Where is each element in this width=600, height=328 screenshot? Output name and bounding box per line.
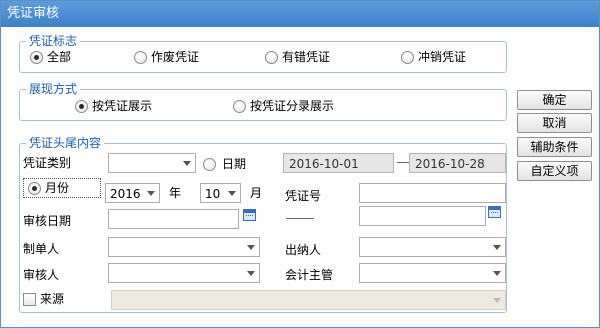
chevron-down-icon bbox=[183, 161, 191, 166]
date-label[interactable]: 日期 bbox=[222, 156, 246, 172]
radio-void-label[interactable]: 作废凭证 bbox=[151, 49, 199, 65]
voucher-type-label: 凭证类别 bbox=[23, 156, 72, 170]
audit-date-from-input[interactable] bbox=[108, 209, 239, 229]
month-radio-focus[interactable]: 月份 bbox=[23, 178, 101, 198]
aux-conditions-button[interactable]: 辅助条件 bbox=[517, 137, 592, 157]
display-mode-group: 展现方式 按凭证展示 按凭证分录展示 bbox=[19, 82, 507, 121]
audit-date-to-input[interactable] bbox=[359, 206, 486, 226]
audit-date-separator bbox=[286, 218, 314, 219]
window-title: 凭证审核 bbox=[1, 1, 599, 27]
date-from-input[interactable]: 2016-10-01 bbox=[283, 153, 394, 173]
radio-by-entry[interactable] bbox=[233, 100, 246, 113]
date-from-value: 2016-10-01 bbox=[289, 157, 359, 171]
chevron-down-icon bbox=[493, 271, 501, 276]
voucher-type-select[interactable] bbox=[108, 153, 196, 173]
month-value: 10 bbox=[205, 187, 221, 201]
chevron-down-icon bbox=[228, 191, 236, 196]
voucher-audit-dialog: 凭证审核 凭证标志 全部 作废凭证 有错凭证 冲销凭证 展现方式 按凭证展示 按… bbox=[0, 0, 600, 328]
ok-button[interactable]: 确定 bbox=[517, 90, 592, 110]
radio-by-voucher-label[interactable]: 按凭证展示 bbox=[92, 98, 152, 114]
supervisor-label: 会计主管 bbox=[285, 268, 334, 282]
radio-reversal-label[interactable]: 冲销凭证 bbox=[418, 49, 466, 65]
radio-void[interactable] bbox=[134, 51, 147, 64]
date-to-input[interactable]: 2016-10-28 bbox=[409, 153, 506, 173]
date-to-value: 2016-10-28 bbox=[415, 157, 485, 171]
maker-select[interactable] bbox=[108, 237, 260, 257]
supervisor-select[interactable] bbox=[359, 263, 506, 283]
chevron-down-icon bbox=[147, 191, 155, 196]
month-label[interactable]: 月份 bbox=[45, 180, 69, 196]
cashier-select[interactable] bbox=[359, 237, 506, 257]
radio-by-entry-label[interactable]: 按凭证分录展示 bbox=[250, 98, 334, 114]
cashier-label: 出纳人 bbox=[285, 243, 322, 257]
voucher-mark-group: 凭证标志 全部 作废凭证 有错凭证 冲销凭证 bbox=[19, 34, 507, 73]
year-value: 2016 bbox=[110, 187, 141, 201]
source-label[interactable]: 来源 bbox=[40, 291, 64, 307]
audit-date-label: 审核日期 bbox=[23, 214, 72, 228]
radio-reversal[interactable] bbox=[401, 51, 414, 64]
calendar-icon[interactable] bbox=[488, 206, 501, 218]
month-select[interactable]: 10 bbox=[200, 183, 241, 203]
radio-month[interactable] bbox=[28, 182, 41, 195]
voucher-no-from-input[interactable] bbox=[359, 183, 506, 203]
auditor-select[interactable] bbox=[108, 263, 260, 283]
source-select[interactable] bbox=[111, 290, 506, 310]
custom-items-button[interactable]: 自定义项 bbox=[517, 161, 592, 181]
calendar-icon[interactable] bbox=[243, 209, 256, 221]
radio-all[interactable] bbox=[30, 51, 43, 64]
maker-label: 制单人 bbox=[23, 242, 60, 256]
year-select[interactable]: 2016 bbox=[105, 183, 160, 203]
header-footer-legend: 凭证头尾内容 bbox=[26, 136, 105, 150]
radio-by-voucher[interactable] bbox=[75, 100, 88, 113]
radio-error[interactable] bbox=[265, 51, 278, 64]
year-unit: 年 bbox=[169, 186, 182, 200]
source-checkbox[interactable] bbox=[23, 293, 36, 306]
radio-date[interactable] bbox=[203, 158, 216, 171]
month-unit: 月 bbox=[250, 186, 263, 200]
voucher-mark-legend: 凭证标志 bbox=[26, 34, 81, 48]
auditor-label: 审核人 bbox=[23, 268, 60, 282]
chevron-down-icon bbox=[247, 245, 255, 250]
chevron-down-icon bbox=[493, 298, 501, 303]
chevron-down-icon bbox=[247, 271, 255, 276]
cancel-button[interactable]: 取消 bbox=[517, 113, 592, 133]
radio-all-label[interactable]: 全部 bbox=[47, 49, 71, 65]
voucher-no-label: 凭证号 bbox=[285, 189, 322, 203]
date-range-separator bbox=[397, 162, 409, 163]
display-mode-legend: 展现方式 bbox=[26, 82, 81, 96]
chevron-down-icon bbox=[493, 245, 501, 250]
radio-error-label[interactable]: 有错凭证 bbox=[282, 49, 330, 65]
